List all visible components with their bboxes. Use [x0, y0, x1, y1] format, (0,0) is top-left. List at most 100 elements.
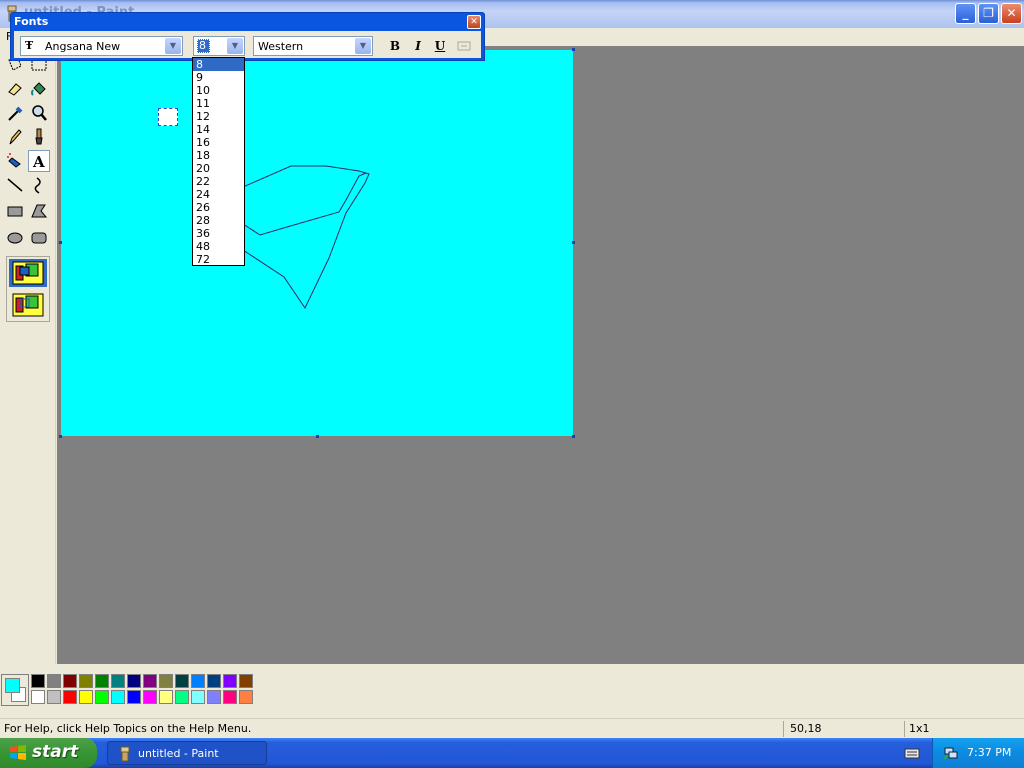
- color-swatch[interactable]: [175, 690, 189, 704]
- rectangle-icon: [7, 206, 23, 217]
- color-swatch[interactable]: [127, 674, 141, 688]
- close-button[interactable]: ✕: [1001, 3, 1022, 24]
- restore-button[interactable]: ❐: [978, 3, 999, 24]
- font-size-option[interactable]: 48: [193, 240, 244, 253]
- drawing-canvas[interactable]: [61, 50, 573, 436]
- fill-tool[interactable]: [28, 78, 50, 100]
- status-divider: [783, 721, 784, 737]
- color-swatch[interactable]: [31, 674, 45, 688]
- font-size-combo[interactable]: 8 ▼: [193, 36, 245, 56]
- keyboard-icon[interactable]: [904, 747, 920, 759]
- font-size-option[interactable]: 8: [193, 58, 244, 71]
- color-swatch[interactable]: [127, 690, 141, 704]
- color-swatch[interactable]: [63, 690, 77, 704]
- color-swatch[interactable]: [143, 674, 157, 688]
- rectangle-tool[interactable]: [4, 200, 26, 222]
- font-size-option[interactable]: 14: [193, 123, 244, 136]
- color-swatch[interactable]: [31, 690, 45, 704]
- resize-handle-top-right[interactable]: [572, 48, 575, 51]
- vertical-text-button[interactable]: [455, 37, 473, 55]
- resize-handle-left[interactable]: [59, 241, 62, 244]
- font-name-combo[interactable]: Ŧ Angsana New ▼: [20, 36, 183, 56]
- magnifier-tool[interactable]: [28, 102, 50, 124]
- chevron-down-icon[interactable]: ▼: [355, 38, 371, 54]
- color-swatch[interactable]: [95, 690, 109, 704]
- start-button[interactable]: start: [0, 738, 97, 768]
- vertical-text-icon: [457, 41, 471, 51]
- font-size-option[interactable]: 26: [193, 201, 244, 214]
- italic-button[interactable]: I: [409, 37, 427, 55]
- color-swatch[interactable]: [223, 674, 237, 688]
- transparent-background-option[interactable]: [9, 291, 47, 319]
- color-swatch[interactable]: [111, 690, 125, 704]
- fill-bucket-icon: [31, 82, 46, 96]
- font-size-option[interactable]: 22: [193, 175, 244, 188]
- font-size-option[interactable]: 36: [193, 227, 244, 240]
- color-swatch[interactable]: [47, 674, 61, 688]
- pick-color-tool[interactable]: [4, 102, 26, 124]
- start-label: start: [32, 742, 79, 762]
- taskbar-item-paint[interactable]: untitled - Paint: [107, 741, 267, 765]
- font-size-option[interactable]: 9: [193, 71, 244, 84]
- color-swatch[interactable]: [175, 674, 189, 688]
- status-bar: For Help, click Help Topics on the Help …: [0, 718, 1024, 738]
- eraser-tool[interactable]: [4, 78, 26, 100]
- font-size-dropdown-list[interactable]: 8 9 10 11 12 14 16 18 20 22 24 26 28 36 48 72: [192, 57, 245, 266]
- font-script-combo[interactable]: Western ▼: [253, 36, 373, 56]
- transparent-background-icon: [12, 293, 44, 317]
- color-swatch[interactable]: [159, 690, 173, 704]
- opaque-background-option[interactable]: [9, 259, 47, 287]
- resize-handle-right[interactable]: [572, 241, 575, 244]
- airbrush-tool[interactable]: [4, 150, 26, 172]
- minimize-button[interactable]: _: [955, 3, 976, 24]
- curve-tool[interactable]: [28, 174, 50, 196]
- resize-handle-bottom[interactable]: [316, 435, 319, 438]
- font-size-option[interactable]: 10: [193, 84, 244, 97]
- line-icon: [7, 178, 23, 192]
- color-swatch[interactable]: [79, 674, 93, 688]
- truetype-icon: Ŧ: [25, 39, 34, 52]
- color-swatch[interactable]: [63, 674, 77, 688]
- font-size-option[interactable]: 72: [193, 253, 244, 266]
- color-swatch[interactable]: [191, 674, 205, 688]
- color-swatch[interactable]: [239, 674, 253, 688]
- color-swatch[interactable]: [239, 690, 253, 704]
- font-size-option[interactable]: 18: [193, 149, 244, 162]
- ellipse-tool[interactable]: [4, 226, 26, 248]
- color-swatch[interactable]: [143, 690, 157, 704]
- bold-button[interactable]: B: [386, 37, 404, 55]
- line-tool[interactable]: [4, 174, 26, 196]
- foreground-color[interactable]: [5, 678, 20, 693]
- svg-text:A: A: [32, 153, 45, 171]
- text-tool[interactable]: A: [28, 150, 50, 172]
- rounded-rectangle-tool[interactable]: [28, 226, 50, 248]
- font-size-option[interactable]: 24: [193, 188, 244, 201]
- status-help-text: For Help, click Help Topics on the Help …: [4, 722, 252, 735]
- font-size-option[interactable]: 16: [193, 136, 244, 149]
- color-swatch[interactable]: [191, 690, 205, 704]
- color-swatch[interactable]: [223, 690, 237, 704]
- chevron-down-icon[interactable]: ▼: [227, 38, 243, 54]
- font-size-option[interactable]: 28: [193, 214, 244, 227]
- fonts-toolbar-window[interactable]: Fonts ✕ Ŧ Angsana New ▼ 8 ▼ Western ▼ B …: [10, 12, 485, 61]
- color-swatch[interactable]: [207, 690, 221, 704]
- chevron-down-icon[interactable]: ▼: [165, 38, 181, 54]
- font-size-option[interactable]: 20: [193, 162, 244, 175]
- polygon-tool[interactable]: [28, 200, 50, 222]
- font-size-option[interactable]: 11: [193, 97, 244, 110]
- font-size-option[interactable]: 12: [193, 110, 244, 123]
- fonts-close-button[interactable]: ✕: [467, 15, 481, 29]
- color-swatch[interactable]: [79, 690, 93, 704]
- resize-handle-bottom-left[interactable]: [59, 435, 62, 438]
- network-icon[interactable]: [943, 745, 959, 761]
- color-swatch[interactable]: [47, 690, 61, 704]
- pencil-tool[interactable]: [4, 126, 26, 148]
- brush-tool[interactable]: [28, 126, 50, 148]
- resize-handle-bottom-right[interactable]: [572, 435, 575, 438]
- color-swatch[interactable]: [95, 674, 109, 688]
- underline-button[interactable]: U: [431, 37, 449, 55]
- current-colors: [1, 674, 29, 706]
- color-swatch[interactable]: [111, 674, 125, 688]
- color-swatch[interactable]: [207, 674, 221, 688]
- color-swatch[interactable]: [159, 674, 173, 688]
